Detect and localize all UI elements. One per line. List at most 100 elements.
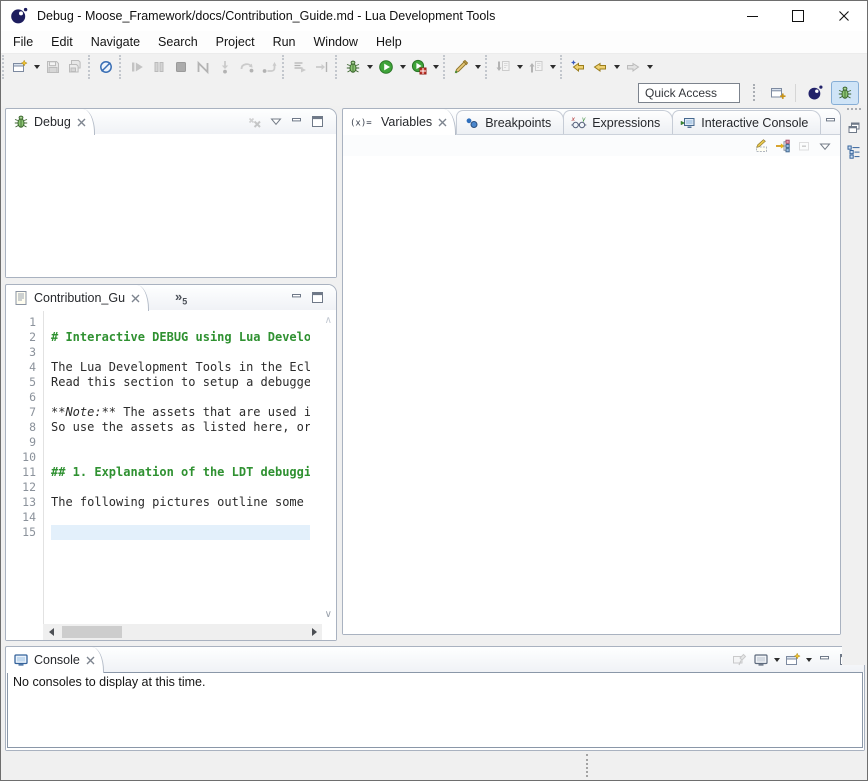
- menu-project[interactable]: Project: [207, 33, 264, 51]
- external-tools-button[interactable]: [450, 56, 472, 78]
- dropdown-arrow-icon[interactable]: [514, 56, 525, 78]
- scroll-right-icon[interactable]: [306, 624, 322, 640]
- status-bar-drag-handle[interactable]: [586, 754, 588, 777]
- editor-line[interactable]: 8So use the assets as listed here, or y: [6, 420, 310, 435]
- open-console-button[interactable]: [782, 649, 803, 670]
- editor-content[interactable]: 12# Interactive DEBUG using Lua Develop3…: [6, 310, 336, 640]
- close-icon[interactable]: [130, 293, 141, 304]
- restore-button[interactable]: [844, 117, 865, 138]
- minimize-icon: [291, 292, 303, 304]
- menu-edit[interactable]: Edit: [42, 33, 82, 51]
- last-edit-location-button[interactable]: [567, 56, 589, 78]
- scrollbar-track[interactable]: [59, 624, 306, 640]
- minimize-button[interactable]: [820, 111, 841, 132]
- back-button[interactable]: [589, 56, 611, 78]
- tab-debug[interactable]: Debug: [6, 109, 95, 135]
- quick-access-input[interactable]: Quick Access: [638, 83, 740, 103]
- editor-line[interactable]: 3: [6, 345, 310, 360]
- tab-contribution-guide[interactable]: Contribution_Gu: [6, 285, 149, 311]
- dropdown-arrow-icon[interactable]: [644, 56, 655, 78]
- minimize-button[interactable]: [286, 111, 307, 132]
- editor-line[interactable]: 14: [6, 510, 310, 525]
- debug-bug-icon: [13, 114, 29, 130]
- view-menu-button[interactable]: [265, 111, 286, 132]
- editor-line[interactable]: 5Read this section to setup a debugger: [6, 375, 310, 390]
- maximize-button[interactable]: [307, 287, 328, 308]
- tab-console[interactable]: Console: [6, 647, 104, 673]
- line-text: [51, 435, 310, 450]
- editor-line[interactable]: 9: [6, 435, 310, 450]
- editor-overflow-chevron[interactable]: »5: [175, 289, 187, 307]
- dropdown-arrow-icon[interactable]: [364, 56, 375, 78]
- editor-line[interactable]: 12: [6, 480, 310, 495]
- display-selected-console-button[interactable]: [750, 649, 771, 670]
- scroll-down-icon[interactable]: ∨: [325, 609, 332, 620]
- dropdown-arrow-icon[interactable]: [397, 56, 408, 78]
- line-number: 14: [6, 510, 43, 525]
- open-perspective-button[interactable]: [764, 81, 792, 105]
- variables-content[interactable]: [343, 156, 840, 634]
- dropdown-arrow-icon[interactable]: [547, 56, 558, 78]
- tab-expressions[interactable]: xyExpressions: [563, 110, 673, 134]
- console-header: Console: [6, 647, 864, 673]
- show-logical-structures-button[interactable]: [772, 136, 793, 157]
- menu-navigate[interactable]: Navigate: [82, 33, 149, 51]
- dropdown-arrow-icon[interactable]: [611, 56, 622, 78]
- show-type-names-button[interactable]: [751, 136, 772, 157]
- dropdown-arrow-icon[interactable]: [31, 56, 42, 78]
- minimize-button[interactable]: [286, 287, 307, 308]
- new-wizard-button[interactable]: [9, 56, 31, 78]
- tab-label: Debug: [34, 115, 71, 129]
- window-close-button[interactable]: [821, 1, 867, 31]
- editor-line[interactable]: 2# Interactive DEBUG using Lua Develop: [6, 330, 310, 345]
- close-icon[interactable]: [437, 117, 448, 128]
- skip-all-breakpoints-button[interactable]: [95, 56, 117, 78]
- editor-line[interactable]: 10: [6, 450, 310, 465]
- minimize-button[interactable]: [814, 649, 835, 670]
- scrollbar-thumb[interactable]: [62, 626, 122, 638]
- debug-view-content[interactable]: [6, 134, 336, 277]
- line-number: 15: [6, 525, 43, 540]
- horizontal-scrollbar[interactable]: [43, 624, 322, 640]
- editor-line[interactable]: 1: [6, 315, 310, 330]
- editor-line[interactable]: 6: [6, 390, 310, 405]
- debug-view-panel: Debug: [5, 108, 337, 278]
- editor-line[interactable]: 7**Note:** The assets that are used in: [6, 405, 310, 420]
- coverage-launch-button[interactable]: [408, 56, 430, 78]
- view-menu-button[interactable]: [814, 136, 835, 157]
- editor-line[interactable]: 13The following pictures outline some o: [6, 495, 310, 510]
- toolbar-drag-handle[interactable]: [753, 84, 757, 101]
- scroll-up-icon[interactable]: ∧: [325, 315, 332, 326]
- tab-interactive-console[interactable]: Interactive Console: [672, 110, 821, 134]
- tab-variables[interactable]: (x)=Variables: [343, 109, 456, 135]
- close-icon[interactable]: [76, 117, 87, 128]
- editor-line[interactable]: 15: [6, 525, 310, 540]
- perspective-lua-button[interactable]: [801, 81, 829, 105]
- maximize-button[interactable]: [307, 111, 328, 132]
- menu-file[interactable]: File: [4, 33, 42, 51]
- dropdown-arrow-icon[interactable]: [803, 649, 814, 671]
- editor-line[interactable]: 4The Lua Development Tools in the Ecli: [6, 360, 310, 375]
- menu-search[interactable]: Search: [149, 33, 207, 51]
- menu-window[interactable]: Window: [305, 33, 367, 51]
- run-launch-button[interactable]: [375, 56, 397, 78]
- dropdown-arrow-icon[interactable]: [472, 56, 483, 78]
- console-icon: [13, 652, 29, 668]
- window-minimize-button[interactable]: [729, 1, 775, 31]
- editor-line[interactable]: 11## 1. Explanation of the LDT debuggin: [6, 465, 310, 480]
- scroll-left-icon[interactable]: [43, 624, 59, 640]
- step-into-icon: [217, 59, 233, 75]
- collapse-all-icon: [796, 138, 812, 154]
- window-maximize-button[interactable]: [775, 1, 821, 31]
- menu-run[interactable]: Run: [264, 33, 305, 51]
- dropdown-arrow-icon[interactable]: [430, 56, 441, 78]
- trim-drag-handle[interactable]: [847, 108, 861, 113]
- dropdown-arrow-icon[interactable]: [771, 649, 782, 671]
- console-message-area[interactable]: No consoles to display at this time.: [7, 672, 863, 748]
- close-icon[interactable]: [85, 655, 96, 666]
- debug-launch-button[interactable]: [342, 56, 364, 78]
- perspective-debug-button[interactable]: [831, 81, 859, 105]
- menu-help[interactable]: Help: [367, 33, 411, 51]
- outline-view-button[interactable]: [844, 141, 865, 162]
- tab-breakpoints[interactable]: Breakpoints: [456, 110, 564, 134]
